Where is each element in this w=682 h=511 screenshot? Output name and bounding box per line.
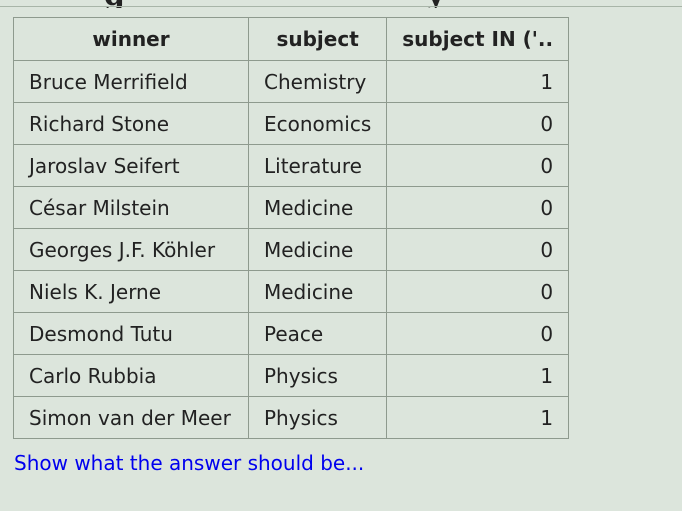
column-header-subject: subject (247, 17, 388, 61)
table-row: Richard Stone Economics 0 (13, 102, 570, 145)
table-row: Simon van der Meer Physics 1 (13, 396, 570, 439)
cell-subject-in: 0 (386, 270, 570, 313)
divider (0, 6, 682, 7)
cell-subject-in: 0 (386, 312, 570, 355)
column-header-subject-in: subject IN ('.. (386, 17, 570, 61)
cell-winner: Bruce Merrifield (13, 60, 249, 103)
table-row: César Milstein Medicine 0 (13, 186, 570, 229)
cell-subject-in: 1 (386, 354, 570, 397)
table-row: Desmond Tutu Peace 0 (13, 312, 570, 355)
cell-subject-in: 0 (386, 186, 570, 229)
column-header-winner: winner (13, 17, 249, 61)
cell-subject-in: 0 (386, 228, 570, 271)
cell-winner: Desmond Tutu (13, 312, 249, 355)
cell-subject: Medicine (247, 270, 388, 313)
cell-subject-in: 1 (386, 60, 570, 103)
cell-winner: Jaroslav Seifert (13, 144, 249, 187)
table-row: Niels K. Jerne Medicine 0 (13, 270, 570, 313)
cell-subject: Medicine (247, 186, 388, 229)
cell-subject: Peace (247, 312, 388, 355)
table-header-row: winner subject subject IN ('.. (13, 17, 570, 61)
table-body: Bruce Merrifield Chemistry 1 Richard Stone E… (13, 60, 570, 439)
cell-subject: Literature (247, 144, 388, 187)
cell-subject-in: 0 (386, 102, 570, 145)
cell-winner: Carlo Rubbia (13, 354, 249, 397)
cell-winner: Georges J.F. Köhler (13, 228, 249, 271)
cell-subject-in: 1 (386, 396, 570, 439)
show-answer-link[interactable]: Show what the answer should be... (14, 451, 364, 475)
cell-subject-in: 0 (386, 144, 570, 187)
cell-winner: Richard Stone (13, 102, 249, 145)
table-row: Georges J.F. Köhler Medicine 0 (13, 228, 570, 271)
page: g y winner subject subject IN ('.. Bruce… (0, 0, 682, 511)
table-row: Carlo Rubbia Physics 1 (13, 354, 570, 397)
cell-winner: Niels K. Jerne (13, 270, 249, 313)
cell-subject: Economics (247, 102, 388, 145)
cell-winner: Simon van der Meer (13, 396, 249, 439)
cell-winner: César Milstein (13, 186, 249, 229)
cell-subject: Medicine (247, 228, 388, 271)
cell-subject: Chemistry (247, 60, 388, 103)
cell-subject: Physics (247, 354, 388, 397)
results-table: winner subject subject IN ('.. Bruce Mer… (13, 17, 570, 439)
table-row: Jaroslav Seifert Literature 0 (13, 144, 570, 187)
cell-subject: Physics (247, 396, 388, 439)
table-row: Bruce Merrifield Chemistry 1 (13, 60, 570, 103)
